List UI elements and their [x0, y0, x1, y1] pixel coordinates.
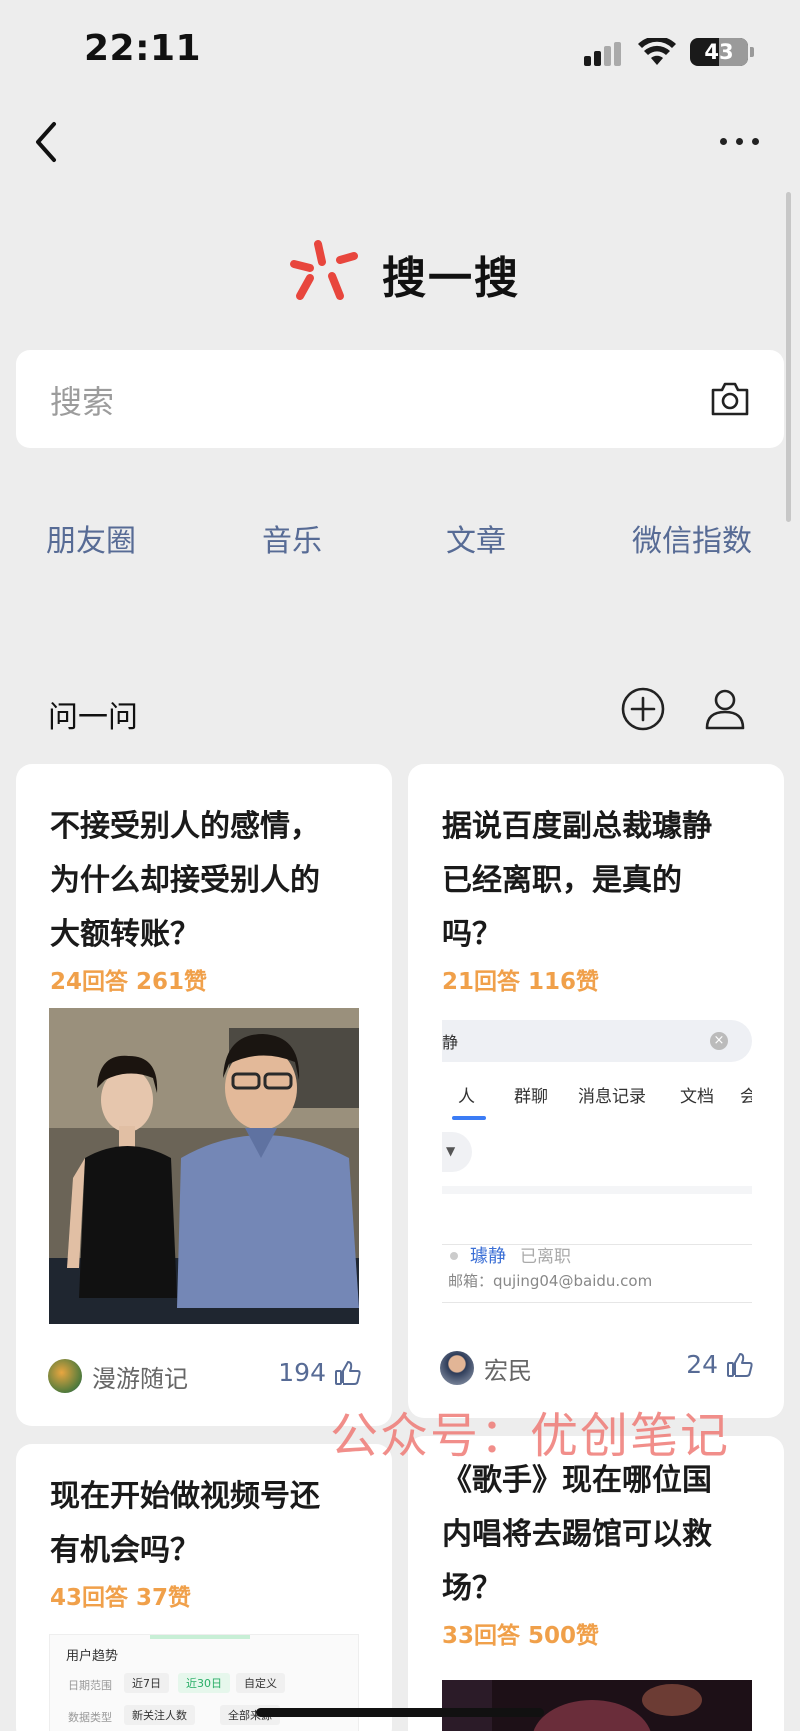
quick-link-wechat-index[interactable]: 微信指数 — [632, 516, 752, 560]
screenshot-search-text: 静 — [442, 1033, 459, 1052]
question-photo — [442, 1680, 752, 1731]
screenshot-heading: 用户趋势 — [66, 1649, 119, 1664]
question-card[interactable]: 不接受别人的感情， 为什么却接受别人的 大额转账？ 24回答 261赞 漫游随记… — [16, 764, 392, 1426]
search-header: 搜一搜 — [0, 230, 800, 310]
question-title: 据说百度副总裁璩静 已经离职，是真的 吗？ — [442, 809, 712, 952]
screenshot-result-email: 邮箱：qujing04@baidu.com — [448, 1272, 653, 1290]
question-card[interactable]: 现在开始做视频号还 有机会吗？ 43回答 37赞 用户趋势 日期范围 近7日 近… — [16, 1444, 392, 1731]
profile-icon[interactable] — [702, 686, 748, 732]
search-placeholder: 搜索 — [50, 383, 115, 421]
screenshot-option: 新关注人数 — [124, 1705, 195, 1725]
screenshot-tabs: 人 群聊 消息记录 文档 会 — [442, 1082, 752, 1112]
question-stats: 33回答 500赞 — [442, 1623, 600, 1649]
screenshot-label: 数据类型 — [68, 1711, 112, 1724]
thumbs-up-icon — [727, 1352, 753, 1377]
author-name: 漫游随记 — [92, 1364, 188, 1393]
author-avatar — [48, 1359, 82, 1393]
screenshot-label: 日期范围 — [68, 1679, 112, 1692]
question-photo — [49, 1008, 359, 1324]
screenshot-filter: ▼ — [442, 1132, 472, 1172]
question-title: 《歌手》现在哪位国 内唱将去踢馆可以救 场？ — [442, 1463, 712, 1606]
screenshot-tab: 消息记录 — [578, 1087, 646, 1107]
watermark: 公众号：优创笔记 — [330, 1408, 731, 1464]
like-count: 194 — [278, 1358, 326, 1387]
screenshot-option: 近30日 — [178, 1673, 230, 1693]
author-name: 宏民 — [484, 1356, 532, 1385]
question-title: 现在开始做视频号还 有机会吗？ — [50, 1479, 320, 1568]
screenshot-tab: 会 — [740, 1087, 752, 1107]
ask-section-title: 问一问 — [48, 700, 138, 735]
like-count: 24 — [686, 1350, 718, 1379]
question-card[interactable]: 《歌手》现在哪位国 内唱将去踢馆可以救 场？ 33回答 500赞 — [408, 1436, 784, 1731]
screenshot-tab: 文档 — [680, 1087, 714, 1107]
author-avatar — [440, 1351, 474, 1385]
camera-icon[interactable] — [710, 380, 750, 418]
divider — [442, 1302, 752, 1303]
search-logo-icon — [290, 240, 358, 300]
author[interactable]: 漫游随记 — [48, 1358, 188, 1394]
wifi-icon — [638, 38, 676, 65]
quick-link-music[interactable]: 音乐 — [262, 516, 322, 560]
screenshot-option: 自定义 — [236, 1673, 285, 1693]
cellular-signal-icon — [584, 42, 621, 66]
question-stats: 21回答 116赞 — [442, 969, 600, 995]
screenshot-result-status: 已离职 — [520, 1247, 571, 1267]
status-bar: 22:11 43 — [0, 0, 800, 100]
question-title: 不接受别人的感情， 为什么却接受别人的 大额转账？ — [50, 809, 320, 952]
like-button[interactable]: 194 — [278, 1358, 362, 1387]
clear-icon: × — [710, 1032, 728, 1050]
screenshot-tab: 人 — [458, 1087, 475, 1107]
battery-cap — [750, 47, 754, 57]
add-question-icon[interactable] — [620, 686, 666, 732]
home-indicator[interactable] — [256, 1708, 544, 1717]
thumbs-up-icon — [335, 1360, 361, 1385]
tab-indicator — [452, 1116, 486, 1120]
screenshot-option: 近7日 — [124, 1673, 169, 1693]
status-dot — [450, 1252, 458, 1260]
quick-link-articles[interactable]: 文章 — [446, 516, 506, 560]
question-card[interactable]: 据说百度副总裁璩静 已经离职，是真的 吗？ 21回答 116赞 静 × 人 群聊… — [408, 764, 784, 1418]
divider — [442, 1186, 752, 1194]
question-stats: 43回答 37赞 — [50, 1585, 192, 1611]
question-screenshot: 静 × 人 群聊 消息记录 文档 会 ▼ 璩静 已离职 邮箱：qujing04@… — [442, 1020, 752, 1322]
author[interactable]: 宏民 — [440, 1350, 532, 1386]
like-button[interactable]: 24 — [686, 1350, 754, 1379]
screenshot-tab: 群聊 — [514, 1087, 548, 1107]
quick-link-moments[interactable]: 朋友圈 — [46, 516, 136, 560]
screenshot-result-name: 璩静 — [470, 1246, 506, 1267]
battery-icon: 43 — [690, 38, 748, 66]
back-button[interactable] — [28, 118, 68, 166]
page-title: 搜一搜 — [382, 253, 520, 304]
screenshot-search-bar: 静 × — [442, 1020, 752, 1062]
search-input[interactable]: 搜索 — [16, 350, 784, 448]
more-options-button[interactable] — [720, 128, 764, 156]
question-stats: 24回答 261赞 — [50, 969, 208, 995]
battery-level: 43 — [704, 40, 734, 64]
status-time: 22:11 — [84, 28, 202, 69]
